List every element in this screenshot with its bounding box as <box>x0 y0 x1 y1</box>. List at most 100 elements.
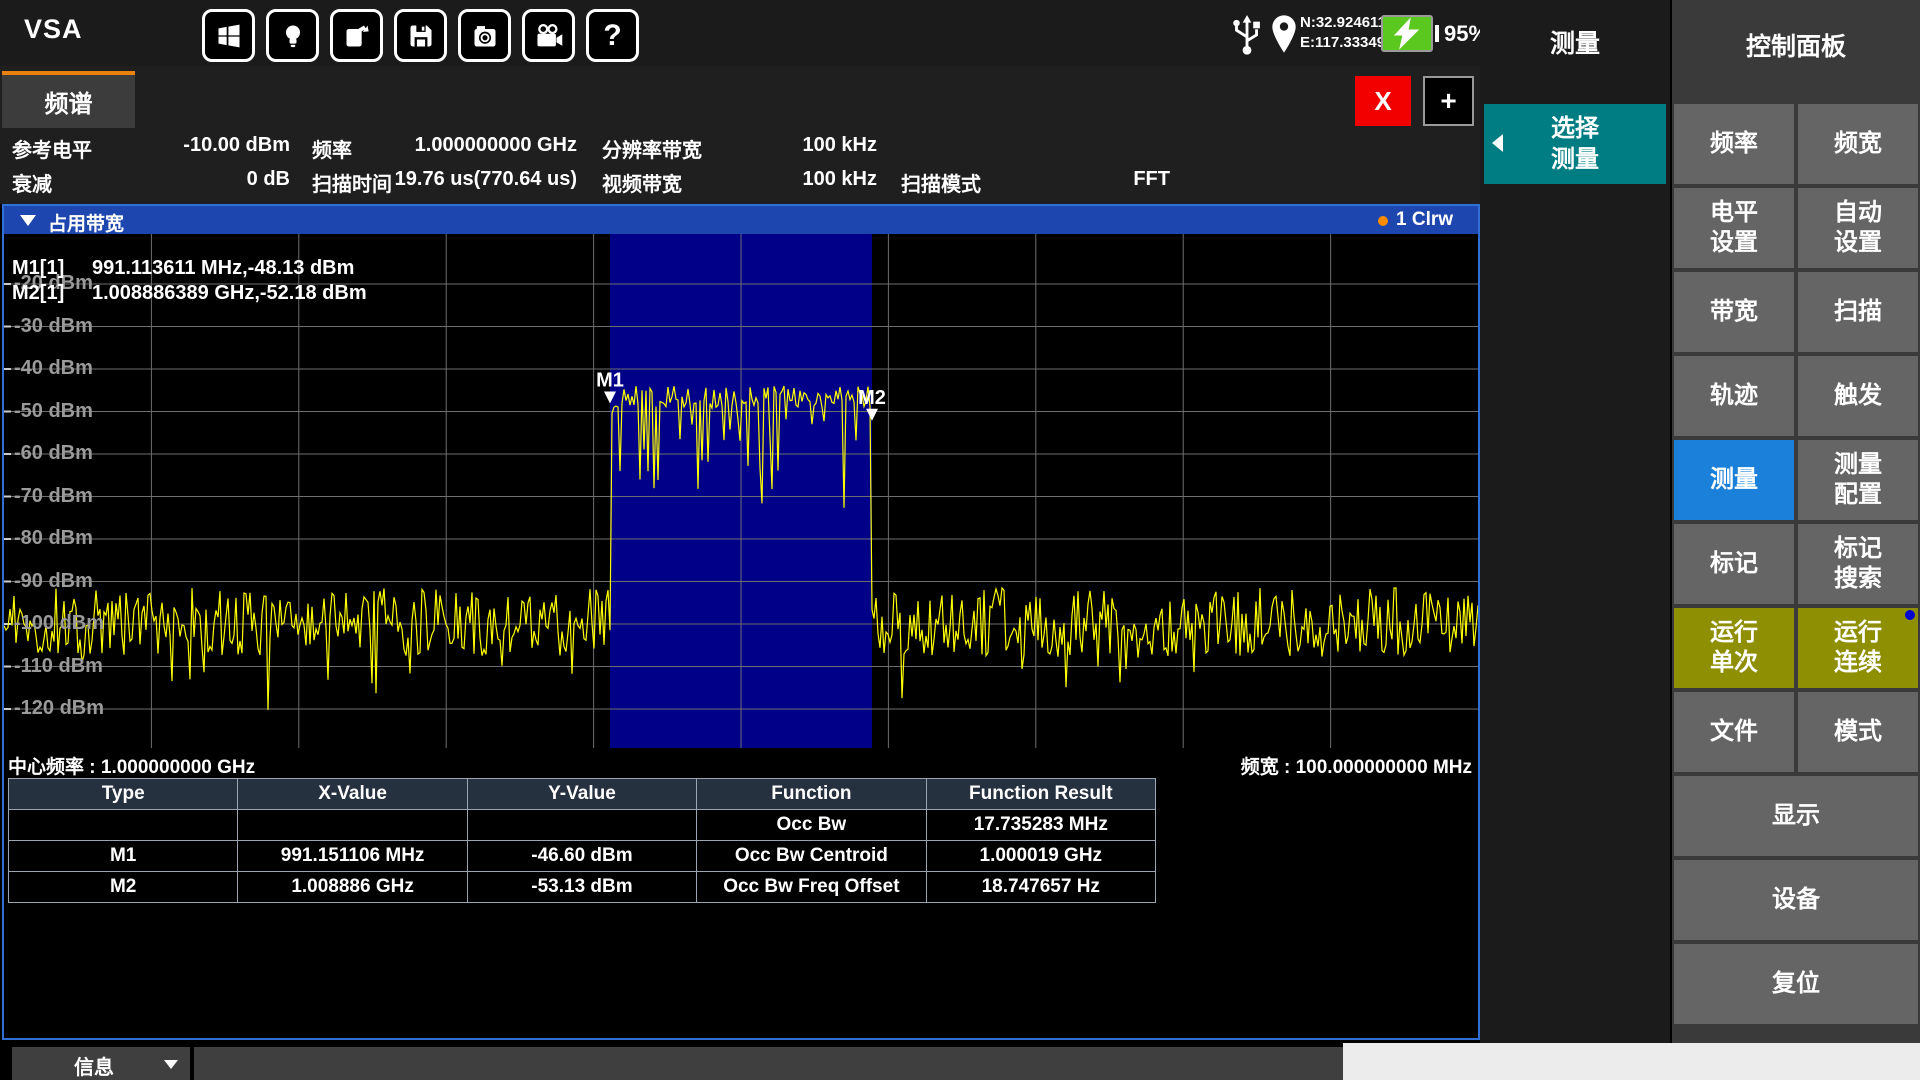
control-button-频率[interactable]: 频率 <box>1674 104 1794 184</box>
table-cell: 18.747657 Hz <box>926 872 1155 903</box>
table-row[interactable]: M21.008886 GHz-53.13 dBmOcc Bw Freq Offs… <box>9 872 1156 903</box>
control-button-运行单次[interactable]: 运行单次 <box>1674 608 1794 688</box>
chart-footer: 中心频率 : 1.000000000 GHz 频宽 : 100.00000000… <box>4 750 1478 776</box>
table-column-header: Function Result <box>926 779 1155 810</box>
control-button-label: 测量 <box>1710 465 1758 495</box>
table-row[interactable]: M1991.151106 MHz-46.60 dBmOcc Bw Centroi… <box>9 841 1156 872</box>
control-button-label: 测量 <box>1834 450 1882 480</box>
top-bar: VSA ? <box>0 0 1480 66</box>
chart-title-bar[interactable]: 占用带宽 1 Clrw <box>4 206 1478 234</box>
trace-color-dot <box>1378 216 1388 226</box>
control-button-文件[interactable]: 文件 <box>1674 692 1794 772</box>
control-button-label: 运行 <box>1834 618 1882 648</box>
table-cell: M2 <box>9 872 238 903</box>
help-icon[interactable]: ? <box>586 9 639 62</box>
control-button-测量配置[interactable]: 测量配置 <box>1798 440 1918 520</box>
collapse-icon[interactable] <box>20 215 36 226</box>
toolbar: ? <box>202 9 639 62</box>
control-button-label: 运行 <box>1710 618 1758 648</box>
y-axis-label: -120 dBm <box>14 697 104 720</box>
y-axis-label: -110 dBm <box>14 655 103 678</box>
battery-tip <box>1435 25 1439 42</box>
setting-ref-level[interactable]: 参考电平 -10.00 dBm <box>12 134 290 162</box>
table-column-header: Function <box>697 779 926 810</box>
control-button-label: 带宽 <box>1710 297 1758 327</box>
marker-table: TypeX-ValueY-ValueFunctionFunction Resul… <box>8 778 1156 903</box>
marker-value: 1.008886389 GHz,-52.18 dBm <box>92 282 367 304</box>
control-button-标记搜索[interactable]: 标记搜索 <box>1798 524 1918 604</box>
control-button-电平设置[interactable]: 电平设置 <box>1674 188 1794 268</box>
control-button-频宽[interactable]: 频宽 <box>1798 104 1918 184</box>
gps-lon: E:117.333492 <box>1300 33 1393 53</box>
close-tab-button[interactable]: X <box>1355 76 1411 126</box>
table-cell: Occ Bw Freq Offset <box>697 872 926 903</box>
control-button-标记[interactable]: 标记 <box>1674 524 1794 604</box>
setting-value: FFT <box>1133 168 1170 191</box>
setting-value: 0 dB <box>247 168 290 191</box>
setting-value: 19.76 us(770.64 us) <box>395 168 577 191</box>
record-icon[interactable] <box>522 9 575 62</box>
setting-frequency[interactable]: 频率 1.000000000 GHz <box>312 134 577 162</box>
setting-label: 视频带宽 <box>602 168 682 197</box>
control-button-测量[interactable]: 测量 <box>1674 440 1794 520</box>
y-axis-label: -60 dBm <box>14 442 93 465</box>
add-tab-label: + <box>1440 85 1456 117</box>
control-button-显示[interactable]: 显示 <box>1674 776 1918 856</box>
table-column-header: Y-Value <box>467 779 696 810</box>
location-pin-icon <box>1270 13 1298 60</box>
setting-vbw[interactable]: 视频带宽 100 kHz <box>602 168 877 196</box>
control-button-label: 轨迹 <box>1710 381 1758 411</box>
setting-attenuation[interactable]: 衰减 0 dB <box>12 168 290 196</box>
setting-label: 扫描时间 <box>312 168 392 197</box>
setting-label: 衰减 <box>12 168 52 197</box>
close-tab-label: X <box>1374 86 1391 117</box>
control-panel-column: 控制面板 频率频宽电平设置自动设置带宽扫描轨迹触发测量测量配置标记标记搜索运行单… <box>1672 0 1920 1043</box>
screenshot-icon[interactable] <box>458 9 511 62</box>
control-button-模式[interactable]: 模式 <box>1798 692 1918 772</box>
status-message-panel <box>194 1047 1343 1080</box>
select-measurement-label: 选择 测量 <box>1484 113 1666 175</box>
info-dropdown[interactable]: 信息 <box>12 1047 190 1080</box>
windows-icon[interactable] <box>202 9 255 62</box>
measure-menu-header: 测量 <box>1480 24 1670 60</box>
table-cell: -46.60 dBm <box>467 841 696 872</box>
tab-spectrum[interactable]: 频谱 <box>2 71 135 128</box>
control-button-label: 触发 <box>1834 381 1882 411</box>
tab-spectrum-label: 频谱 <box>45 84 93 119</box>
save-icon[interactable] <box>394 9 447 62</box>
spectrum-svg: M1M2 <box>4 234 1478 748</box>
select-line1: 选择 <box>1484 113 1666 144</box>
setting-value: 1.000000000 GHz <box>415 134 577 157</box>
control-button-label: 扫描 <box>1834 297 1882 327</box>
add-tab-button[interactable]: + <box>1423 76 1474 126</box>
y-axis-label: -30 dBm <box>14 315 93 338</box>
marker-name: M2[1] <box>12 281 92 306</box>
gps-lat: N:32.924611 <box>1300 13 1393 33</box>
table-cell: 17.735283 MHz <box>926 810 1155 841</box>
setting-sweep-mode[interactable]: 扫描模式 FFT <box>901 168 1170 196</box>
help-glyph: ? <box>603 21 621 51</box>
setting-sweep-time[interactable]: 扫描时间 19.76 us(770.64 us) <box>312 168 577 196</box>
spectrum-plot[interactable]: M1M2 -20 dBm-30 dBm-40 dBm-50 dBm-60 dBm… <box>4 234 1478 748</box>
setting-rbw[interactable]: 分辨率带宽 100 kHz <box>602 134 877 162</box>
control-button-扫描[interactable]: 扫描 <box>1798 272 1918 352</box>
control-button-触发[interactable]: 触发 <box>1798 356 1918 436</box>
control-button-label: 设备 <box>1772 885 1820 915</box>
control-panel-header: 控制面板 <box>1672 27 1920 63</box>
table-cell: Occ Bw Centroid <box>697 841 926 872</box>
control-button-带宽[interactable]: 带宽 <box>1674 272 1794 352</box>
bulb-icon[interactable] <box>266 9 319 62</box>
control-button-运行连续[interactable]: 运行连续 <box>1798 608 1918 688</box>
control-button-复位[interactable]: 复位 <box>1674 944 1918 1024</box>
bottom-light-strip <box>1343 1043 1920 1080</box>
table-row[interactable]: Occ Bw17.735283 MHz <box>9 810 1156 841</box>
control-button-轨迹[interactable]: 轨迹 <box>1674 356 1794 436</box>
setting-value: 100 kHz <box>803 168 878 191</box>
y-axis-label: -50 dBm <box>14 400 93 423</box>
open-icon[interactable] <box>330 9 383 62</box>
control-button-设备[interactable]: 设备 <box>1674 860 1918 940</box>
chevron-down-icon <box>164 1060 178 1069</box>
select-measurement-button[interactable]: 选择 测量 <box>1484 104 1666 184</box>
setting-label: 参考电平 <box>12 134 92 163</box>
control-button-自动设置[interactable]: 自动设置 <box>1798 188 1918 268</box>
